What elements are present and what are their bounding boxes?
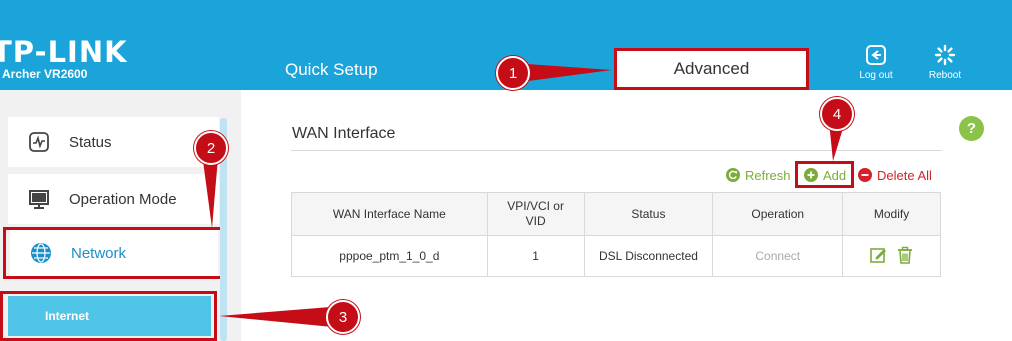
sidebar-item-status[interactable]: Status	[8, 117, 219, 167]
logout-icon	[852, 44, 900, 66]
column-header-vpi-line2: VID	[525, 214, 546, 228]
monitor-icon	[27, 187, 51, 211]
connect-button[interactable]: Connect	[712, 235, 844, 277]
wan-interface-table: WAN Interface Name VPI/VCI or VID Status…	[291, 192, 941, 277]
table-header-row: WAN Interface Name VPI/VCI or VID Status…	[291, 192, 941, 236]
cell-modify	[842, 235, 941, 277]
status-icon	[27, 130, 51, 154]
cell-status: DSL Disconnected	[583, 235, 714, 277]
sidebar-item-label: Status	[69, 133, 112, 151]
column-header-operation: Operation	[712, 192, 844, 236]
column-header-modify: Modify	[842, 192, 941, 236]
callout-badge-2: 2	[194, 131, 228, 165]
callout-badge-3: 3	[326, 300, 360, 334]
delete-all-label: Delete All	[877, 167, 932, 183]
trash-icon[interactable]	[896, 246, 914, 267]
refresh-label: Refresh	[745, 167, 791, 183]
callout-badge-1: 1	[496, 56, 530, 90]
edit-icon[interactable]	[869, 246, 887, 267]
advanced-tab[interactable]: Advanced	[614, 48, 809, 90]
internet-highlight-box	[0, 291, 217, 341]
sidebar-item-label: Operation Mode	[69, 190, 177, 208]
refresh-button[interactable]: Refresh	[726, 166, 791, 184]
reboot-label: Reboot	[928, 70, 962, 81]
help-button[interactable]: ?	[959, 116, 984, 141]
section-title: WAN Interface	[292, 125, 396, 142]
add-highlight-box	[795, 161, 854, 188]
network-highlight-box	[3, 227, 224, 279]
sidebar-item-operation-mode[interactable]: Operation Mode	[8, 174, 219, 224]
reboot-button[interactable]: Reboot	[921, 44, 969, 81]
model-name: Archer VR2600	[2, 67, 88, 81]
table-row: pppoe_ptm_1_0_d 1 DSL Disconnected Conne…	[291, 235, 941, 277]
minus-icon	[858, 168, 872, 182]
column-header-vpi-line1: VPI/VCI or	[507, 199, 564, 213]
cell-vpi: 1	[486, 235, 585, 277]
column-header-name: WAN Interface Name	[291, 192, 488, 236]
column-header-vpi: VPI/VCI or VID	[486, 192, 585, 236]
callout-badge-4: 4	[820, 97, 854, 131]
cell-interface-name: pppoe_ptm_1_0_d	[291, 235, 488, 277]
column-header-status: Status	[583, 192, 714, 236]
section-divider	[291, 150, 942, 151]
reboot-icon	[921, 44, 969, 66]
logout-label: Log out	[859, 70, 893, 81]
quick-setup-tab[interactable]: Quick Setup	[285, 60, 378, 80]
brand-logo: TP-LINK	[0, 35, 128, 69]
refresh-icon	[726, 168, 740, 182]
logout-button[interactable]: Log out	[852, 44, 900, 81]
delete-all-button[interactable]: Delete All	[858, 166, 932, 184]
